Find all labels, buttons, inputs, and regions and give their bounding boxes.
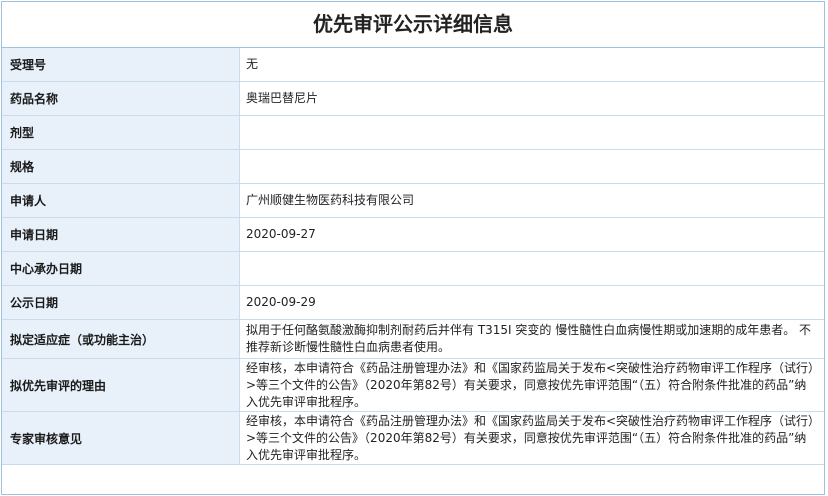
field-value-indication: 拟用于任何酪氨酸激酶抑制剂耐药后并伴有 T315I 突变的 慢性髓性白血病慢性期… — [239, 319, 824, 359]
field-label-specification: 规格 — [2, 149, 240, 184]
field-label-priority-reason: 拟优先审评的理由 — [2, 358, 240, 412]
field-label-expert-opinion: 专家审核意见 — [2, 411, 240, 465]
field-label-applicant: 申请人 — [2, 183, 240, 218]
detail-panel: 优先审评公示详细信息 受理号 无 药品名称 奥瑞巴替尼片 剂型 规格 申请人 广… — [1, 1, 825, 495]
field-value-acceptance-number: 无 — [239, 48, 824, 82]
table-row: 拟优先审评的理由 经审核，本申请符合《药品注册管理办法》和《国家药监局关于发布<… — [2, 358, 824, 412]
page-title: 优先审评公示详细信息 — [2, 2, 824, 48]
field-label-application-date: 申请日期 — [2, 217, 240, 252]
table-row: 拟定适应症（或功能主治） 拟用于任何酪氨酸激酶抑制剂耐药后并伴有 T315I 突… — [2, 319, 824, 359]
table-row: 申请人 广州顺健生物医药科技有限公司 — [2, 183, 824, 218]
table-row: 规格 — [2, 149, 824, 184]
field-label-indication: 拟定适应症（或功能主治） — [2, 319, 240, 359]
field-value-priority-reason: 经审核，本申请符合《药品注册管理办法》和《国家药监局关于发布<突破性治疗药物审评… — [239, 358, 824, 412]
table-row: 专家审核意见 经审核，本申请符合《药品注册管理办法》和《国家药监局关于发布<突破… — [2, 411, 824, 465]
field-value-application-date: 2020-09-27 — [239, 217, 824, 252]
table-row: 公示日期 2020-09-29 — [2, 285, 824, 320]
table-row: 剂型 — [2, 115, 824, 150]
field-value-expert-opinion: 经审核，本申请符合《药品注册管理办法》和《国家药监局关于发布<突破性治疗药物审评… — [239, 411, 824, 465]
field-value-drug-name: 奥瑞巴替尼片 — [239, 81, 824, 116]
field-label-center-undertaking-date: 中心承办日期 — [2, 251, 240, 286]
table-row: 申请日期 2020-09-27 — [2, 217, 824, 252]
field-value-applicant: 广州顺健生物医药科技有限公司 — [239, 183, 824, 218]
field-value-dosage-form — [239, 115, 824, 150]
detail-table: 受理号 无 药品名称 奥瑞巴替尼片 剂型 规格 申请人 广州顺健生物医药科技有限… — [2, 48, 824, 465]
field-label-acceptance-number: 受理号 — [2, 48, 240, 82]
field-label-publicity-date: 公示日期 — [2, 285, 240, 320]
table-row: 药品名称 奥瑞巴替尼片 — [2, 81, 824, 116]
field-label-drug-name: 药品名称 — [2, 81, 240, 116]
field-value-specification — [239, 149, 824, 184]
field-value-center-undertaking-date — [239, 251, 824, 286]
table-row: 受理号 无 — [2, 48, 824, 82]
field-value-publicity-date: 2020-09-29 — [239, 285, 824, 320]
table-row: 中心承办日期 — [2, 251, 824, 286]
field-label-dosage-form: 剂型 — [2, 115, 240, 150]
